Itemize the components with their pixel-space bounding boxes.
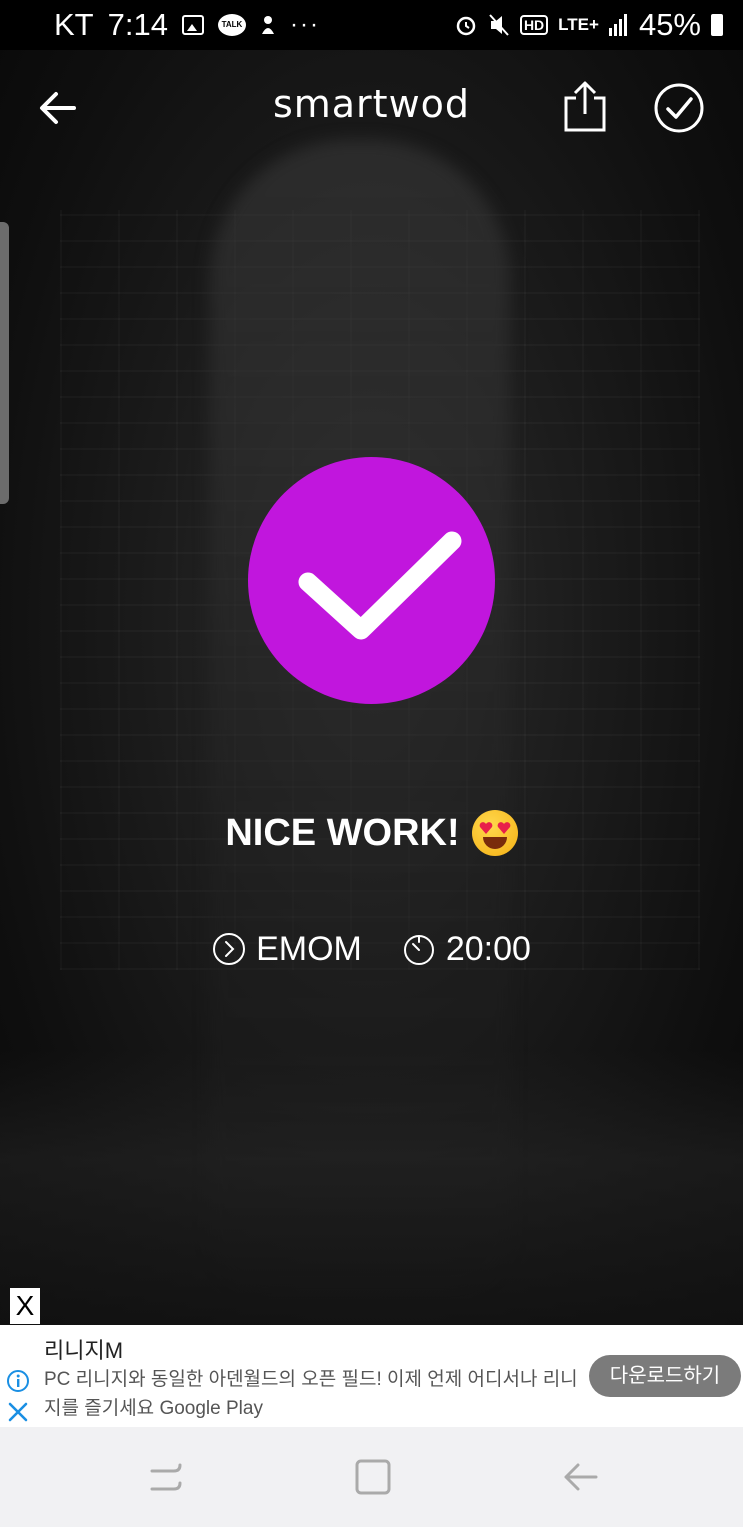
ad-dismiss-button[interactable]: X [10, 1288, 40, 1324]
share-icon[interactable] [562, 80, 608, 132]
alarm-icon [456, 16, 476, 36]
floor [0, 1050, 743, 1325]
nav-back-icon[interactable] [560, 1457, 600, 1497]
workout-duration-label: 20:00 [445, 929, 531, 968]
status-bar: KT 7:14 TALK ··· HD LTE+ 45% [0, 0, 743, 50]
ad-title: 리니지M [44, 1338, 124, 1363]
gallery-icon [181, 15, 204, 35]
hd-badge: HD [519, 15, 549, 35]
app-title: smartwod [272, 82, 471, 126]
network-label: LTE+ [558, 15, 599, 34]
close-icon[interactable] [6, 1400, 30, 1424]
download-button[interactable]: 다운로드하기 [589, 1355, 741, 1397]
workout-type-label: EMOM [256, 929, 362, 968]
kakaotalk-icon: TALK [217, 14, 246, 36]
checkmark-icon [298, 531, 462, 640]
workout-duration: 20:00 [402, 930, 531, 969]
headline: NICE WORK! [0, 810, 743, 856]
battery-percent: 45% [638, 7, 701, 42]
workout-meta: EMOM 20:00 [0, 925, 743, 973]
ad-banner[interactable]: 리니지M PC 리니지와 동일한 아덴월드의 오픈 필드! 이제 언제 어디서나… [0, 1325, 743, 1427]
recent-apps-icon[interactable] [146, 1457, 186, 1497]
success-check-badge [248, 457, 495, 704]
clock: 7:14 [107, 7, 168, 42]
carrier-label: KT [54, 7, 94, 42]
ad-description: PC 리니지와 동일한 아덴월드의 오픈 필드! 이제 언제 어디서나 리니지를… [44, 1369, 578, 1419]
chevron-circle-icon [213, 933, 246, 965]
status-bar-right: HD LTE+ 45% [454, 7, 723, 43]
timer-icon [403, 935, 434, 965]
battery-icon [711, 14, 723, 36]
signal-icon [608, 14, 627, 36]
info-icon[interactable] [6, 1369, 30, 1393]
system-nav-bar [0, 1427, 743, 1527]
app-icon [261, 16, 274, 34]
status-bar-left: KT 7:14 TALK ··· [54, 7, 454, 43]
headline-text: NICE WORK! [225, 811, 460, 854]
heart-eyes-emoji-icon [471, 810, 518, 856]
drawer-handle[interactable] [0, 222, 9, 504]
done-check-icon[interactable] [653, 82, 705, 134]
home-icon[interactable] [353, 1457, 393, 1497]
mute-icon [489, 14, 509, 36]
top-bar: smartwod [0, 50, 743, 165]
more-notifications-icon: ··· [289, 11, 320, 38]
workout-type: EMOM [212, 930, 362, 969]
